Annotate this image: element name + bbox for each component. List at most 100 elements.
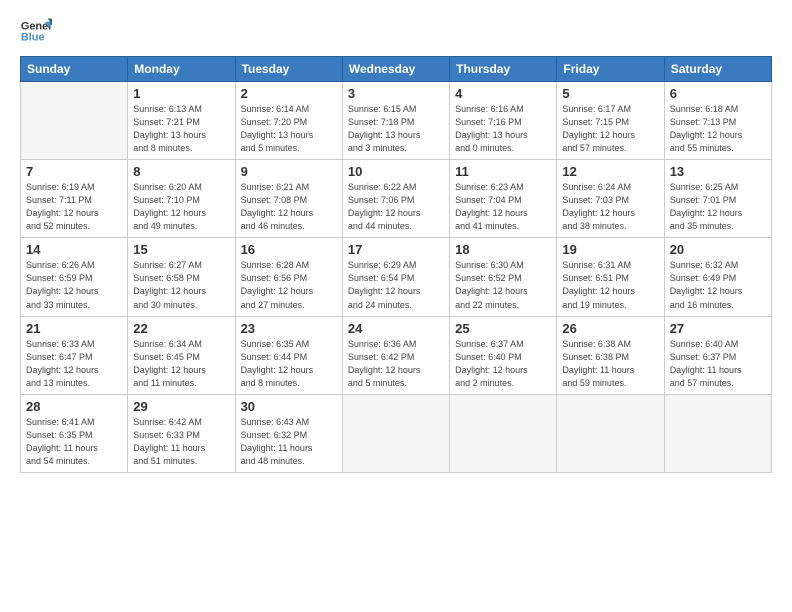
day-cell: 3 Sunrise: 6:15 AM Sunset: 7:18 PM Daylig… [342,82,449,160]
day-number: 18 [455,242,551,257]
day-cell: 8 Sunrise: 6:20 AM Sunset: 7:10 PM Daylig… [128,160,235,238]
day-info: Sunrise: 6:25 AM Sunset: 7:01 PM Dayligh… [670,181,766,233]
day-info: Sunrise: 6:21 AM Sunset: 7:08 PM Dayligh… [241,181,337,233]
calendar-table: SundayMondayTuesdayWednesdayThursdayFrid… [20,56,772,473]
day-cell: 20Sunrise: 6:32 AM Sunset: 6:49 PM Dayli… [664,238,771,316]
week-row-5: 28 Sunrise: 6:41 AM Sunset: 6:35 PM Dayli… [21,394,772,472]
weekday-header-saturday: Saturday [664,57,771,82]
day-cell [450,394,557,472]
weekday-header-friday: Friday [557,57,664,82]
day-number: 8 [133,164,229,179]
day-number: 5 [562,86,658,101]
day-cell: 5 Sunrise: 6:17 AM Sunset: 7:15 PM Daylig… [557,82,664,160]
day-info: Sunrise: 6:31 AM Sunset: 6:51 PM Dayligh… [562,259,658,311]
day-number: 9 [241,164,337,179]
day-number: 19 [562,242,658,257]
day-number: 4 [455,86,551,101]
day-cell: 16 Sunrise: 6:28 AM Sunset: 6:56 PM Dayli… [235,238,342,316]
day-info: Sunrise: 6:43 AM Sunset: 6:32 PM Dayligh… [241,416,337,468]
weekday-header-row: SundayMondayTuesdayWednesdayThursdayFrid… [21,57,772,82]
day-cell: 23 Sunrise: 6:35 AM Sunset: 6:44 PM Dayli… [235,316,342,394]
day-number: 3 [348,86,444,101]
day-info: Sunrise: 6:16 AM Sunset: 7:16 PM Dayligh… [455,103,551,155]
day-number: 24 [348,321,444,336]
day-info: Sunrise: 6:20 AM Sunset: 7:10 PM Dayligh… [133,181,229,233]
day-info: Sunrise: 6:29 AM Sunset: 6:54 PM Dayligh… [348,259,444,311]
day-info: Sunrise: 6:36 AM Sunset: 6:42 PM Dayligh… [348,338,444,390]
week-row-4: 21 Sunrise: 6:33 AM Sunset: 6:47 PM Dayli… [21,316,772,394]
day-number: 16 [241,242,337,257]
day-info: Sunrise: 6:17 AM Sunset: 7:15 PM Dayligh… [562,103,658,155]
day-cell: 22Sunrise: 6:34 AM Sunset: 6:45 PM Dayli… [128,316,235,394]
day-number: 22 [133,321,229,336]
day-number: 26 [562,321,658,336]
day-cell [342,394,449,472]
day-cell: 9 Sunrise: 6:21 AM Sunset: 7:08 PM Daylig… [235,160,342,238]
day-number: 11 [455,164,551,179]
day-info: Sunrise: 6:38 AM Sunset: 6:38 PM Dayligh… [562,338,658,390]
day-info: Sunrise: 6:24 AM Sunset: 7:03 PM Dayligh… [562,181,658,233]
day-number: 10 [348,164,444,179]
day-cell: 17 Sunrise: 6:29 AM Sunset: 6:54 PM Dayli… [342,238,449,316]
day-cell: 10 Sunrise: 6:22 AM Sunset: 7:06 PM Dayli… [342,160,449,238]
day-number: 29 [133,399,229,414]
day-number: 23 [241,321,337,336]
day-cell: 29Sunrise: 6:42 AM Sunset: 6:33 PM Dayli… [128,394,235,472]
day-info: Sunrise: 6:40 AM Sunset: 6:37 PM Dayligh… [670,338,766,390]
logo: General Blue [20,18,52,46]
day-info: Sunrise: 6:26 AM Sunset: 6:59 PM Dayligh… [26,259,122,311]
day-cell: 13 Sunrise: 6:25 AM Sunset: 7:01 PM Dayli… [664,160,771,238]
day-number: 12 [562,164,658,179]
day-cell: 1Sunrise: 6:13 AM Sunset: 7:21 PM Daylig… [128,82,235,160]
day-number: 28 [26,399,122,414]
day-info: Sunrise: 6:37 AM Sunset: 6:40 PM Dayligh… [455,338,551,390]
day-cell: 25 Sunrise: 6:37 AM Sunset: 6:40 PM Dayli… [450,316,557,394]
day-info: Sunrise: 6:28 AM Sunset: 6:56 PM Dayligh… [241,259,337,311]
page: General Blue SundayMondayTuesdayWednesda… [0,0,792,612]
day-cell: 7Sunrise: 6:19 AM Sunset: 7:11 PM Daylig… [21,160,128,238]
day-info: Sunrise: 6:22 AM Sunset: 7:06 PM Dayligh… [348,181,444,233]
weekday-header-wednesday: Wednesday [342,57,449,82]
day-number: 6 [670,86,766,101]
day-cell [664,394,771,472]
week-row-3: 14 Sunrise: 6:26 AM Sunset: 6:59 PM Dayli… [21,238,772,316]
day-info: Sunrise: 6:41 AM Sunset: 6:35 PM Dayligh… [26,416,122,468]
day-cell: 2Sunrise: 6:14 AM Sunset: 7:20 PM Daylig… [235,82,342,160]
day-cell: 11 Sunrise: 6:23 AM Sunset: 7:04 PM Dayli… [450,160,557,238]
day-cell: 28 Sunrise: 6:41 AM Sunset: 6:35 PM Dayli… [21,394,128,472]
week-row-2: 7Sunrise: 6:19 AM Sunset: 7:11 PM Daylig… [21,160,772,238]
day-number: 13 [670,164,766,179]
day-number: 30 [241,399,337,414]
day-cell: 18Sunrise: 6:30 AM Sunset: 6:52 PM Dayli… [450,238,557,316]
day-number: 17 [348,242,444,257]
day-number: 14 [26,242,122,257]
day-info: Sunrise: 6:23 AM Sunset: 7:04 PM Dayligh… [455,181,551,233]
day-info: Sunrise: 6:18 AM Sunset: 7:13 PM Dayligh… [670,103,766,155]
weekday-header-thursday: Thursday [450,57,557,82]
day-number: 20 [670,242,766,257]
day-cell: 21 Sunrise: 6:33 AM Sunset: 6:47 PM Dayli… [21,316,128,394]
day-info: Sunrise: 6:35 AM Sunset: 6:44 PM Dayligh… [241,338,337,390]
day-info: Sunrise: 6:33 AM Sunset: 6:47 PM Dayligh… [26,338,122,390]
header: General Blue [20,18,772,46]
weekday-header-monday: Monday [128,57,235,82]
day-info: Sunrise: 6:19 AM Sunset: 7:11 PM Dayligh… [26,181,122,233]
day-cell: 6 Sunrise: 6:18 AM Sunset: 7:13 PM Daylig… [664,82,771,160]
day-cell: 14 Sunrise: 6:26 AM Sunset: 6:59 PM Dayli… [21,238,128,316]
logo-icon: General Blue [20,18,52,46]
day-cell: 24 Sunrise: 6:36 AM Sunset: 6:42 PM Dayli… [342,316,449,394]
day-info: Sunrise: 6:15 AM Sunset: 7:18 PM Dayligh… [348,103,444,155]
day-number: 1 [133,86,229,101]
weekday-header-tuesday: Tuesday [235,57,342,82]
weekday-header-sunday: Sunday [21,57,128,82]
week-row-1: 1Sunrise: 6:13 AM Sunset: 7:21 PM Daylig… [21,82,772,160]
day-number: 15 [133,242,229,257]
day-number: 25 [455,321,551,336]
day-cell [557,394,664,472]
day-cell [21,82,128,160]
day-info: Sunrise: 6:27 AM Sunset: 6:58 PM Dayligh… [133,259,229,311]
day-number: 21 [26,321,122,336]
day-number: 27 [670,321,766,336]
day-cell: 4 Sunrise: 6:16 AM Sunset: 7:16 PM Daylig… [450,82,557,160]
day-cell: 30 Sunrise: 6:43 AM Sunset: 6:32 PM Dayli… [235,394,342,472]
